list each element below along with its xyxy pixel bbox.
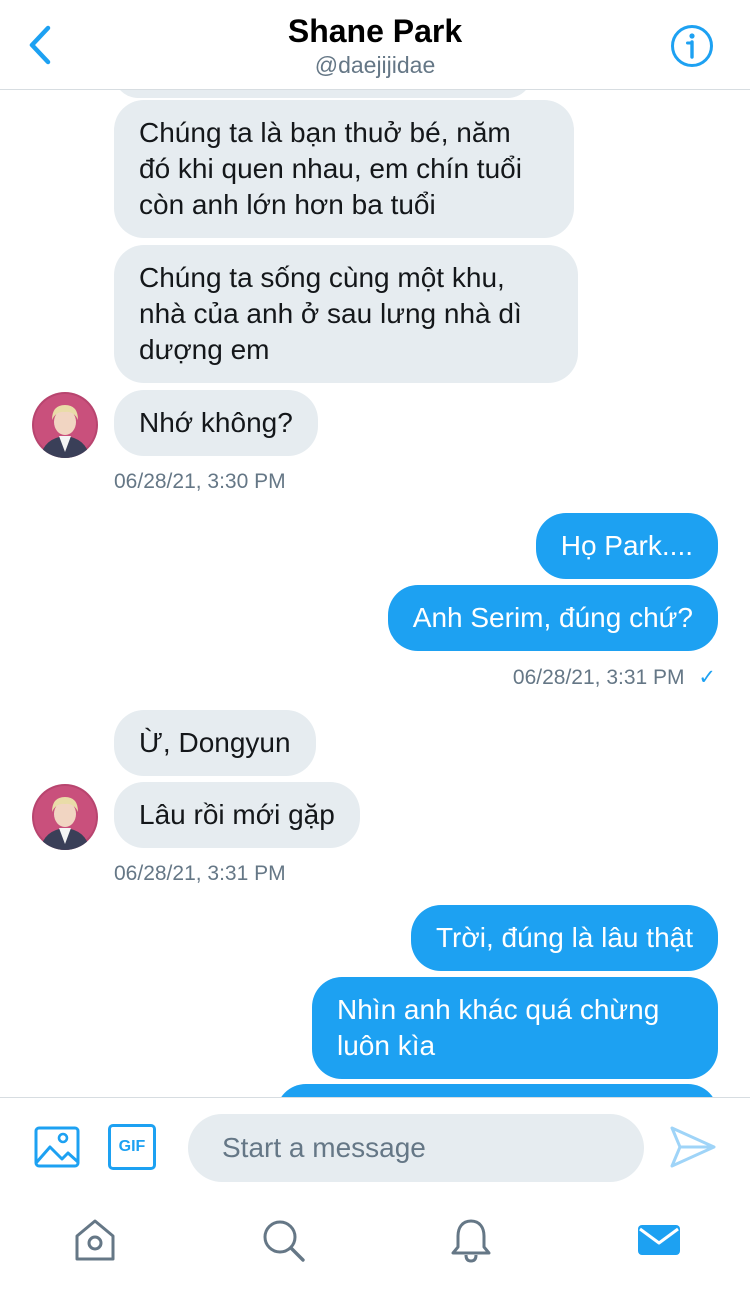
message-bubble-partial	[114, 90, 532, 98]
tab-bar	[0, 1197, 750, 1295]
contact-handle: @daejijidae	[314, 52, 436, 78]
add-media-button[interactable]	[34, 1124, 80, 1170]
message-timestamp: 06/28/21, 3:30 PM	[114, 470, 286, 493]
message-bubble-sent[interactable]: Họ Park....	[535, 513, 718, 579]
avatar[interactable]	[32, 392, 98, 458]
tab-home[interactable]	[72, 1217, 118, 1263]
message-bubble-received[interactable]: Chúng ta là bạn thuở bé, năm đó khi quen…	[114, 100, 574, 238]
tab-search[interactable]	[260, 1217, 306, 1263]
message-bubble-sent[interactable]: Trời, đúng là lâu thật	[410, 905, 718, 971]
tab-notifications[interactable]	[448, 1217, 494, 1263]
message-input[interactable]	[188, 1114, 644, 1182]
image-icon	[34, 1126, 80, 1168]
message-bubble-received[interactable]: Nhớ không?	[114, 390, 318, 456]
notifications-icon	[451, 1219, 491, 1263]
read-receipt-icon: ✓	[698, 666, 716, 689]
message-timestamp: 06/28/21, 3:31 PM	[114, 862, 286, 885]
gif-button[interactable]: GIF	[108, 1124, 156, 1170]
message-thread[interactable]: Chúng ta là bạn thuở bé, năm đó khi quen…	[0, 90, 750, 1097]
send-button[interactable]	[668, 1122, 718, 1172]
avatar-image	[32, 784, 98, 850]
info-icon	[671, 25, 713, 67]
avatar[interactable]	[32, 784, 98, 850]
send-icon	[670, 1126, 716, 1168]
messages-icon	[638, 1225, 680, 1255]
search-icon	[263, 1220, 305, 1262]
message-bubble-received[interactable]: Chúng ta sống cùng một khu, nhà của anh …	[114, 245, 578, 383]
avatar-image	[32, 392, 98, 458]
home-icon	[75, 1219, 115, 1261]
message-bubble-received[interactable]: Ừ, Dongyun	[114, 710, 316, 776]
timestamp-text: 06/28/21, 3:31 PM	[512, 666, 685, 689]
message-timestamp: 06/28/21, 3:31 PM ✓	[513, 665, 716, 691]
message-composer: GIF	[0, 1097, 750, 1197]
message-bubble-sent[interactable]: Anh Serim, đúng chứ?	[387, 585, 718, 651]
tab-messages[interactable]	[636, 1217, 682, 1263]
info-button[interactable]	[670, 24, 714, 68]
contact-info[interactable]: Shane Park @daejijidae	[0, 12, 750, 80]
message-bubble-partial	[276, 1084, 718, 1097]
message-bubble-received[interactable]: Lâu rồi mới gặp	[114, 782, 360, 848]
message-bubble-sent[interactable]: Nhìn anh khác quá chừng luôn kìa	[312, 977, 718, 1079]
conversation-header: Shane Park @daejijidae	[0, 0, 750, 90]
contact-name: Shane Park	[287, 13, 463, 49]
